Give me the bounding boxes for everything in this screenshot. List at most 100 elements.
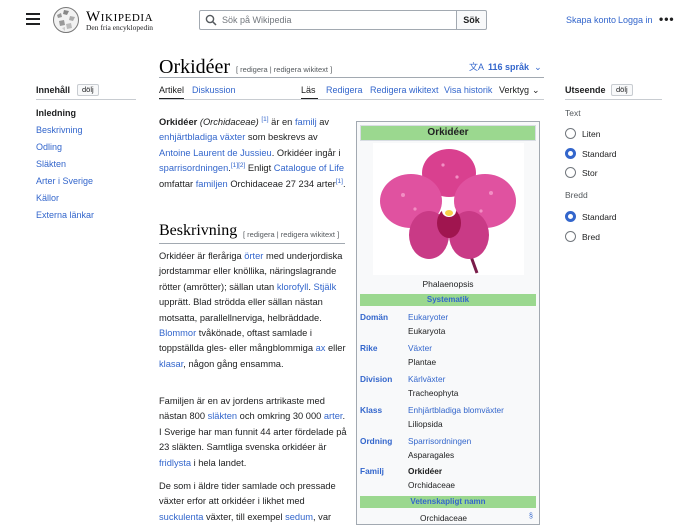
section-edit-links[interactable]: [ redigera | redigera wikitext ] [243, 230, 339, 239]
link-enhjartbladiga[interactable]: enhjärtbladiga växter [159, 132, 245, 142]
link-ax[interactable]: ax [316, 343, 326, 353]
taxon-link-enhjartbladiga[interactable]: Enhjärtbladiga blomväxter [408, 405, 504, 415]
toc-heading: Innehåll [36, 85, 71, 95]
orchid-photo[interactable] [373, 143, 524, 275]
taxon-rank-klass[interactable]: Klass [360, 405, 382, 415]
intro-bold-term: Orkidéer [159, 117, 198, 127]
taxon-latin-orchidaceae: Orchidaceae [408, 480, 456, 490]
tab-redigera[interactable]: Redigera [326, 85, 363, 95]
link-sparrisordningen[interactable]: sparrisordningen [159, 163, 228, 173]
title-divider [159, 77, 544, 78]
tab-visa-historik[interactable]: Visa historik [444, 85, 492, 95]
section-mark-link[interactable]: § [529, 513, 533, 520]
appearance-divider [565, 99, 662, 100]
section-heading-beskrivning: Beskrivning [159, 222, 238, 239]
text-size-small-radio[interactable] [565, 128, 576, 139]
link-slakten[interactable]: släkten [208, 411, 237, 421]
taxon-latin-tracheophyta: Tracheophyta [408, 388, 459, 398]
taxon-link-sparrisordningen[interactable]: Sparrisordningen [408, 436, 471, 446]
taxon-rank-ordning[interactable]: Ordning [360, 436, 392, 446]
taxon-rank-doman[interactable]: Domän [360, 312, 388, 322]
width-wide-label[interactable]: Bred [582, 232, 600, 242]
search-button[interactable]: Sök [456, 10, 487, 30]
toc-item-externa-lankar[interactable]: Externa länkar [36, 210, 94, 220]
link-catalogue-of-life[interactable]: Catalogue of Life [274, 163, 344, 173]
toc-item-arter-i-sverige[interactable]: Arter i Sverige [36, 176, 93, 186]
tab-las[interactable]: Läs [301, 85, 316, 95]
toc-divider [36, 99, 136, 100]
taxon-latin-liliopsida: Liliopsida [408, 419, 443, 429]
taxobox: Orkidéer Phalaenopsis Systematik Domän E… [356, 121, 540, 525]
taxon-latin-plantae: Plantae [408, 357, 437, 367]
reference-link[interactable]: [1] [261, 116, 268, 123]
toc-item-beskrivning[interactable]: Beskrivning [36, 125, 83, 135]
paragraph-history: De som i äldre tider samlade och pressad… [159, 481, 336, 522]
infobox-title: Orkidéer [360, 125, 536, 141]
intro-paragraph: Orkidéer (Orchidaceae) [1] är en familj … [159, 115, 346, 189]
text-size-small-label[interactable]: Liten [582, 129, 600, 139]
link-familjen[interactable]: familjen [196, 179, 228, 189]
link-familj[interactable]: familj [295, 117, 317, 127]
toc-item-inledning[interactable]: Inledning [36, 108, 76, 118]
tools-label: Verktyg [499, 85, 530, 95]
title-edit-links[interactable]: [ redigera | redigera wikitext ] [236, 65, 332, 74]
toc-hide-button[interactable]: dölj [77, 84, 99, 96]
search-input[interactable] [222, 13, 452, 27]
paragraph-species: Familjen är en av jordens artrikaste med… [159, 396, 347, 468]
width-standard-radio[interactable] [565, 211, 576, 222]
search-box[interactable] [199, 10, 457, 30]
text-size-standard-label[interactable]: Standard [582, 149, 617, 159]
tab-redigera-wikitext[interactable]: Redigera wikitext [370, 85, 439, 95]
taxon-link-eukaryoter[interactable]: Eukaryoter [408, 312, 448, 322]
login-link[interactable]: Logga in [618, 15, 653, 25]
taxon-link-vaxter[interactable]: Växter [408, 343, 432, 353]
appearance-heading: Utseende [565, 85, 606, 95]
taxon-rank-familj[interactable]: Familj [360, 466, 384, 476]
tab-verktyg[interactable]: Verktyg ⌄ [499, 85, 540, 96]
more-options-icon[interactable]: ••• [659, 13, 675, 25]
width-wide-radio[interactable] [565, 231, 576, 242]
link-sedum[interactable]: sedum [285, 512, 313, 522]
link-jussieu[interactable]: Antoine Laurent de Jussieu [159, 148, 272, 158]
intro-scientific-name: (Orchidaceae) [199, 117, 259, 127]
tabs-divider [159, 99, 544, 100]
tab-artikel[interactable]: Artikel [159, 85, 184, 95]
link-klorofyll[interactable]: klorofyll [277, 282, 309, 292]
systematik-header[interactable]: Systematik [360, 294, 536, 306]
taxon-current-orkideer: Orkidéer [408, 466, 443, 476]
width-standard-label[interactable]: Standard [582, 212, 617, 222]
text-size-large-label[interactable]: Stor [582, 168, 598, 178]
link-klasar[interactable]: klasar [159, 359, 183, 369]
taxon-rank-rike[interactable]: Rike [360, 343, 378, 353]
taxon-rank-division[interactable]: Division [360, 374, 392, 384]
text-size-standard-radio[interactable] [565, 148, 576, 159]
chevron-down-icon: ⌄ [534, 62, 542, 72]
reference-link[interactable]: [1][2] [231, 162, 245, 169]
taxon-link-karlvaxter[interactable]: Kärlväxter [408, 374, 445, 384]
link-suckulenta[interactable]: suckulenta [159, 512, 203, 522]
language-button[interactable]: 文A 116 språk ⌄ [469, 60, 542, 73]
link-fridlysta[interactable]: fridlysta [159, 458, 191, 468]
text-size-large-radio[interactable] [565, 167, 576, 178]
toc-item-kallor[interactable]: Källor [36, 193, 59, 203]
search-icon [205, 14, 217, 26]
link-stjalk[interactable]: Stjälk [314, 282, 337, 292]
link-orter[interactable]: örter [244, 251, 263, 261]
reference-link[interactable]: [1] [336, 178, 343, 185]
width-label: Bredd [565, 190, 588, 200]
main-menu-icon[interactable] [26, 13, 40, 25]
appearance-hide-button[interactable]: dölj [611, 84, 633, 96]
tab-diskussion[interactable]: Diskussion [192, 85, 236, 95]
infobox-caption: Phalaenopsis [422, 279, 474, 289]
taxon-latin-asparagales: Asparagales [408, 450, 455, 460]
text-size-label: Text [565, 108, 581, 118]
toc-item-odling[interactable]: Odling [36, 142, 62, 152]
scientific-name-header[interactable]: Vetenskapligt namn [360, 496, 536, 508]
create-account-link[interactable]: Skapa konto [566, 15, 616, 25]
paragraph-description: Orkidéer är fleråriga örter med underjor… [159, 251, 346, 369]
link-arter[interactable]: arter [324, 411, 343, 421]
wikipedia-globe-logo[interactable] [52, 6, 80, 34]
link-blommor[interactable]: Blommor [159, 328, 196, 338]
toc-item-slakten[interactable]: Släkten [36, 159, 66, 169]
site-header: Wikipedia Den fria encyklopedin Sök Skap… [0, 0, 700, 40]
